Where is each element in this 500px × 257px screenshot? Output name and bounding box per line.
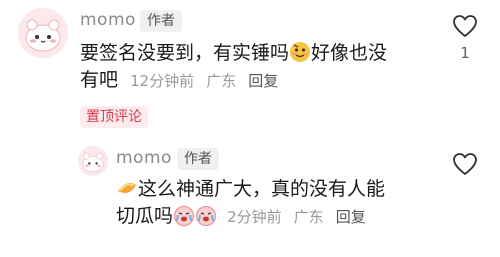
like-count: 1 — [460, 44, 470, 62]
melon-slice-emoji-icon — [116, 177, 138, 199]
comment-author-name[interactable]: momo — [80, 10, 136, 30]
crying-face-emoji-icon — [195, 204, 217, 226]
smirk-face-emoji-icon — [289, 41, 311, 63]
author-badge: 作者 — [177, 148, 219, 170]
comment-text-part: 切瓜吗 — [116, 205, 174, 227]
like-heart-icon[interactable] — [452, 152, 478, 176]
reply-button[interactable]: 回复 — [336, 208, 366, 226]
comment-text-part: 好像也没 — [311, 42, 388, 64]
comment-text-part: 要签名没要到，有实锤吗 — [80, 42, 290, 64]
crying-face-emoji-icon — [173, 204, 195, 226]
comment-time: 2分钟前 — [227, 208, 282, 226]
comment-text: 这么神通广大，真的没有人能 切瓜吗 2分钟前 广东 回复 — [116, 176, 456, 231]
comment-location: 广东 — [293, 208, 324, 226]
like-heart-icon[interactable] — [452, 14, 478, 38]
comment-author-name[interactable]: momo — [116, 148, 172, 168]
author-badge: 作者 — [140, 10, 182, 32]
pinned-comment-label: 置顶评论 — [80, 106, 148, 128]
avatar[interactable] — [18, 8, 68, 58]
comment-text-part: 有吧 — [80, 69, 119, 91]
comment-text-part: 这么神通广大，真的没有人能 — [138, 178, 386, 200]
avatar[interactable] — [78, 146, 108, 176]
reply-button[interactable]: 回复 — [248, 72, 278, 90]
comment-time: 12分钟前 — [130, 72, 195, 90]
comment-location: 广东 — [206, 72, 237, 90]
comment-text: 要签名没要到，有实锤吗 好像也没 有吧 12分钟前 广东 回复 — [80, 40, 420, 95]
